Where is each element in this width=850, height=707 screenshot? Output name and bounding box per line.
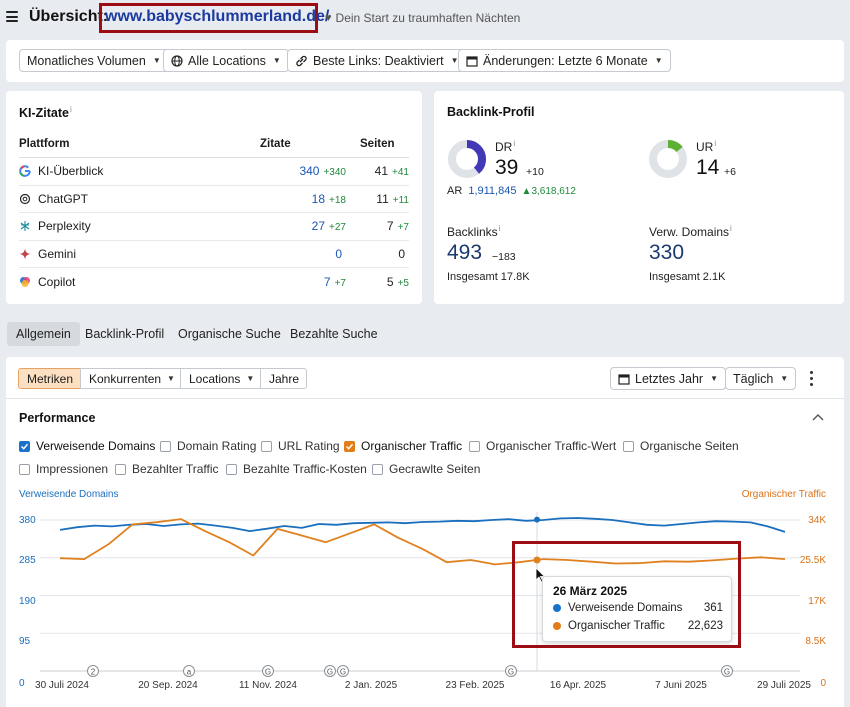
x-tick-label: 23 Feb. 2025 <box>446 680 505 691</box>
x-tick-label: 11 Nov. 2024 <box>239 680 297 691</box>
annotation-label: G <box>327 668 333 677</box>
x-tick-label: 7 Juni 2025 <box>655 680 707 691</box>
annotation-label: G <box>265 668 271 677</box>
annotation-label: G <box>724 668 730 677</box>
x-tick-label: 30 Juli 2024 <box>35 680 89 691</box>
annotation-label: G <box>508 668 514 677</box>
hover-point-verweisende-domains <box>534 516 540 523</box>
x-tick-label: 29 Juli 2025 <box>757 680 811 691</box>
x-tick-label: 2 Jan. 2025 <box>345 680 398 691</box>
annotation-label: G <box>340 668 346 677</box>
tooltip-highlight-box <box>512 541 741 648</box>
annotation-label: 2 <box>91 668 96 677</box>
x-tick-label: 16 Apr. 2025 <box>550 680 607 691</box>
annotation-label: a <box>187 668 192 677</box>
x-tick-label: 20 Sep. 2024 <box>138 680 198 691</box>
